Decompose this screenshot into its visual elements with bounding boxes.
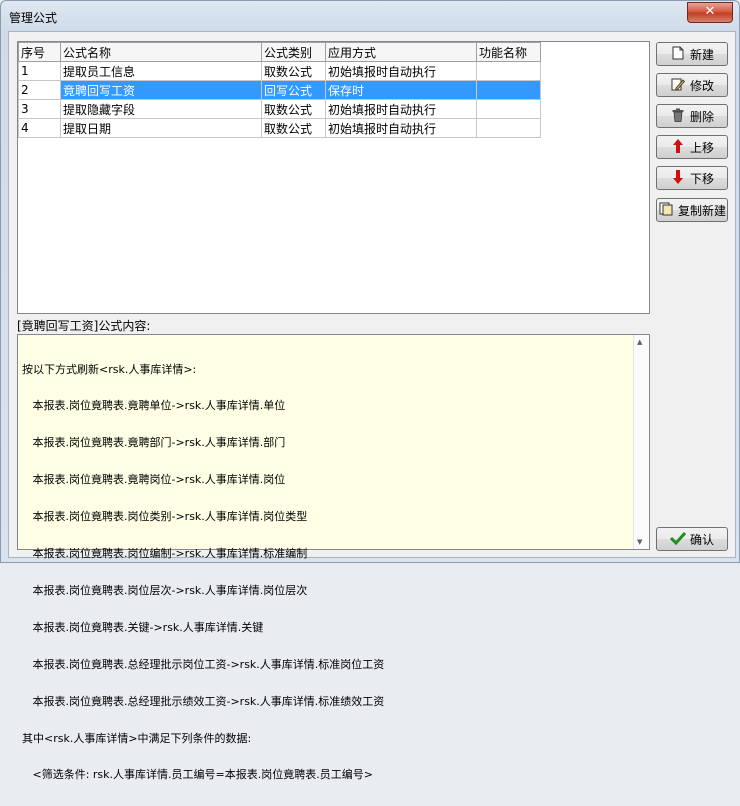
copy-new-button[interactable]: 复制新建: [656, 198, 728, 222]
move-up-button[interactable]: 上移: [656, 135, 728, 159]
cell-function-name[interactable]: [476, 99, 541, 119]
column-header-formula-name[interactable]: 公式名称: [60, 42, 262, 62]
cell-apply-mode[interactable]: 初始填报时自动执行: [325, 99, 477, 119]
move-up-button-label: 上移: [689, 140, 714, 155]
edit-icon: [670, 77, 686, 93]
trash-icon: [670, 108, 686, 124]
title-bar[interactable]: 管理公式 ✕: [1, 1, 739, 31]
table-row[interactable]: 3 提取隐藏字段 取数公式 初始填报时自动执行: [18, 99, 541, 119]
cell-function-name[interactable]: [476, 61, 541, 81]
copy-new-button-label: 复制新建: [677, 203, 726, 218]
table-row[interactable]: 4 提取日期 取数公式 初始填报时自动执行: [18, 118, 541, 138]
table-row[interactable]: 1 提取员工信息 取数公式 初始填报时自动执行: [18, 61, 541, 81]
content-line: 本报表.岗位竟聘表.竟聘岗位->rsk.人事库详情.岗位: [22, 473, 286, 487]
cell-formula-type[interactable]: 回写公式: [261, 80, 326, 100]
cell-apply-mode[interactable]: 保存时: [325, 80, 477, 100]
copy-document-icon: [658, 202, 674, 218]
column-header-formula-type[interactable]: 公式类别: [261, 42, 326, 62]
scroll-down-icon[interactable]: ▼: [637, 538, 642, 546]
cell-index[interactable]: 3: [18, 99, 61, 119]
cell-index[interactable]: 2: [18, 80, 61, 100]
manage-formula-window: 管理公式 ✕ 序号 公式名称 公式类别 应用方式 功能名称 1 提取员工信息 取…: [0, 0, 740, 781]
column-header-apply-mode[interactable]: 应用方式: [325, 42, 477, 62]
cell-apply-mode[interactable]: 初始填报时自动执行: [325, 61, 477, 81]
content-line: 其中<rsk.人事库详情>中满足下列条件的数据:: [22, 731, 252, 745]
new-button-label: 新建: [689, 47, 714, 62]
arrow-up-icon: [670, 139, 686, 155]
content-line: 本报表.岗位竟聘表.总经理批示绩效工资->rsk.人事库详情.标准绩效工资: [22, 694, 385, 708]
cell-formula-type[interactable]: 取数公式: [261, 61, 326, 81]
cell-apply-mode[interactable]: 初始填报时自动执行: [325, 118, 477, 138]
confirm-button[interactable]: 确认: [656, 527, 728, 551]
cell-index[interactable]: 4: [18, 118, 61, 138]
new-document-icon: [670, 46, 686, 62]
arrow-down-icon: [670, 170, 686, 186]
cell-formula-name[interactable]: 提取日期: [60, 118, 262, 138]
content-line: 本报表.岗位竟聘表.关键->rsk.人事库详情.关键: [22, 620, 264, 634]
column-header-index[interactable]: 序号: [18, 42, 61, 62]
formula-content-label: [竟聘回写工资]公式内容:: [17, 319, 151, 333]
column-header-function-name[interactable]: 功能名称: [476, 42, 541, 62]
content-line: <筛选条件: rsk.人事库详情.员工编号=本报表.岗位竟聘表.员工编号>: [22, 768, 373, 782]
cell-function-name[interactable]: [476, 80, 541, 100]
content-line: 本报表.岗位竟聘表.竟聘部门->rsk.人事库详情.部门: [22, 436, 286, 450]
cell-formula-name[interactable]: 提取隐藏字段: [60, 99, 262, 119]
checkmark-icon: [669, 531, 687, 547]
dialog-client-area: 序号 公式名称 公式类别 应用方式 功能名称 1 提取员工信息 取数公式 初始填…: [8, 31, 736, 781]
formula-content-text: 按以下方式刷新<rsk.人事库详情>: 本报表.岗位竟聘表.竟聘单位->rsk.…: [22, 339, 384, 806]
cell-index[interactable]: 1: [18, 61, 61, 81]
delete-button-label: 删除: [689, 109, 714, 124]
content-line: 本报表.岗位竟聘表.岗位层次->rsk.人事库详情.岗位层次: [22, 583, 308, 597]
vertical-scrollbar[interactable]: ▲ ▼: [633, 335, 649, 549]
move-down-button-label: 下移: [689, 171, 714, 186]
table-row-selected[interactable]: 2 竟聘回写工资 回写公式 保存时: [18, 80, 541, 100]
confirm-button-label: 确认: [689, 532, 714, 547]
cell-formula-type[interactable]: 取数公式: [261, 118, 326, 138]
move-down-button[interactable]: 下移: [656, 166, 728, 190]
edit-button-label: 修改: [689, 78, 714, 93]
close-button[interactable]: ✕: [687, 2, 733, 23]
delete-button[interactable]: 删除: [656, 104, 728, 128]
edit-button[interactable]: 修改: [656, 73, 728, 97]
cell-formula-name[interactable]: 提取员工信息: [60, 61, 262, 81]
content-line: 本报表.岗位竟聘表.岗位类别->rsk.人事库详情.岗位类型: [22, 510, 308, 524]
cell-formula-name[interactable]: 竟聘回写工资: [60, 80, 262, 100]
scroll-up-icon[interactable]: ▲: [637, 338, 642, 346]
table-header-row: 序号 公式名称 公式类别 应用方式 功能名称: [18, 42, 541, 62]
formula-grid[interactable]: 序号 公式名称 公式类别 应用方式 功能名称 1 提取员工信息 取数公式 初始填…: [17, 41, 650, 314]
content-line: 本报表.岗位竟聘表.岗位编制->rsk.人事库详情.标准编制: [22, 547, 308, 561]
cell-formula-type[interactable]: 取数公式: [261, 99, 326, 119]
content-line: 本报表.岗位竟聘表.总经理批示岗位工资->rsk.人事库详情.标准岗位工资: [22, 657, 385, 671]
new-button[interactable]: 新建: [656, 42, 728, 66]
window-title: 管理公式: [9, 11, 58, 25]
content-line: 本报表.岗位竟聘表.竟聘单位->rsk.人事库详情.单位: [22, 399, 286, 413]
cell-function-name[interactable]: [476, 118, 541, 138]
content-line: 按以下方式刷新<rsk.人事库详情>:: [22, 362, 197, 376]
formula-table: 序号 公式名称 公式类别 应用方式 功能名称 1 提取员工信息 取数公式 初始填…: [18, 42, 541, 138]
formula-content-textarea[interactable]: 按以下方式刷新<rsk.人事库详情>: 本报表.岗位竟聘表.竟聘单位->rsk.…: [17, 334, 650, 781]
